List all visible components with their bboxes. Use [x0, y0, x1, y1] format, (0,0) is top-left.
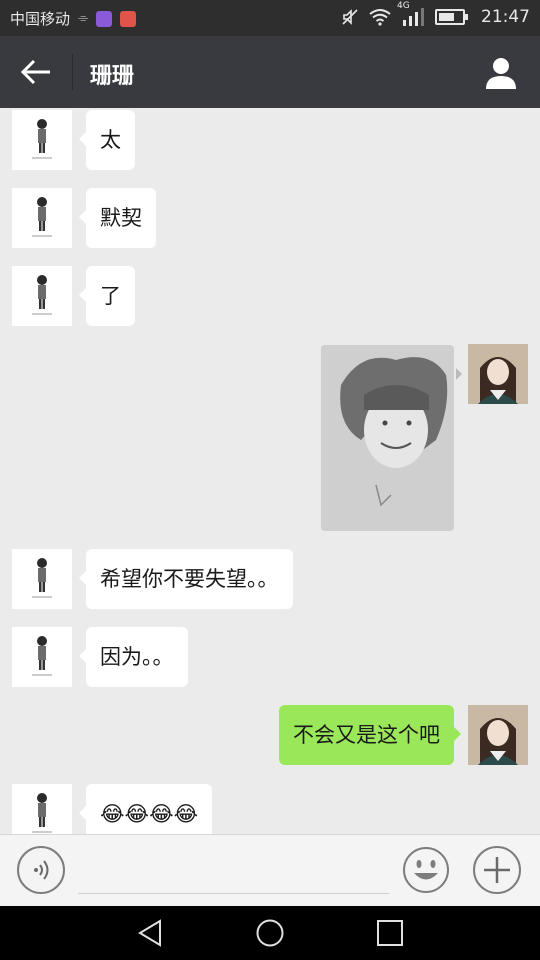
mute-icon	[342, 9, 358, 25]
my-avatar[interactable]	[468, 705, 528, 765]
message-list[interactable]: 太 默契 了 希望你不要失望。。 因为。。 不会又是这个吧 😂😂😂😂	[0, 108, 540, 834]
message-bubble[interactable]: 因为。。	[79, 627, 188, 687]
message-bubble[interactable]: 默契	[79, 188, 156, 248]
message-text: 因为。。	[100, 645, 174, 669]
chat-header: 珊珊	[0, 36, 540, 108]
status-bar: 中国移动 ⌯ 4G 21:47	[0, 0, 540, 36]
message-text: 不会又是这个吧	[293, 723, 440, 747]
more-button[interactable]	[473, 846, 521, 894]
profile-photo-icon	[468, 344, 528, 404]
cartoon-boy-icon	[32, 558, 52, 598]
sketch-portrait-image	[321, 345, 454, 531]
cartoon-boy-icon	[32, 197, 52, 237]
profile-photo-icon	[468, 705, 528, 765]
message-input[interactable]	[78, 893, 389, 894]
contact-avatar[interactable]	[12, 627, 72, 687]
header-divider	[72, 54, 73, 90]
cartoon-boy-icon	[32, 275, 52, 315]
system-nav-bar	[0, 906, 540, 960]
message-bubble[interactable]: 😂😂😂😂	[78, 784, 213, 834]
input-bar	[0, 834, 540, 907]
contact-avatar[interactable]	[12, 266, 72, 326]
arrow-left-icon[interactable]	[20, 58, 52, 86]
message-text: 😂😂😂😂	[100, 802, 199, 826]
gallery-app-icon	[96, 10, 113, 27]
cartoon-boy-icon	[32, 119, 52, 159]
signal-icon: 4G	[397, 1, 425, 26]
nav-home-icon[interactable]	[255, 918, 285, 948]
contact-avatar[interactable]	[12, 784, 72, 834]
nav-recents-icon[interactable]	[375, 918, 405, 948]
image-message[interactable]	[321, 345, 454, 531]
usb-icon: ⌯	[78, 11, 89, 26]
message-bubble[interactable]: 了	[79, 266, 135, 326]
contact-avatar[interactable]	[12, 549, 72, 609]
voice-icon	[34, 860, 49, 880]
chat-title: 珊珊	[90, 64, 135, 89]
my-avatar[interactable]	[468, 344, 528, 404]
contact-avatar[interactable]	[12, 188, 72, 248]
voice-button[interactable]	[17, 846, 65, 894]
message-bubble[interactable]: 太	[79, 110, 135, 170]
clock: 21:47	[481, 7, 530, 27]
message-bubble[interactable]: 希望你不要失望。。	[79, 549, 293, 609]
person-icon[interactable]	[484, 56, 518, 90]
message-text: 默契	[100, 206, 142, 230]
wifi-icon	[369, 9, 391, 26]
image-bubble-tail	[456, 368, 462, 380]
message-text: 希望你不要失望。。	[100, 567, 279, 591]
contact-avatar[interactable]	[12, 110, 72, 170]
plus-icon	[484, 857, 510, 883]
app-notification-icon	[120, 10, 137, 27]
cartoon-boy-icon	[32, 793, 52, 833]
nav-back-icon[interactable]	[136, 918, 166, 948]
battery-icon	[435, 9, 468, 25]
message-text: 太	[100, 128, 121, 152]
outgoing-message-bubble[interactable]: 不会又是这个吧	[279, 705, 461, 765]
cartoon-boy-icon	[32, 636, 52, 676]
carrier-label: 中国移动	[10, 10, 71, 28]
message-text: 了	[100, 284, 121, 308]
smiley-icon[interactable]	[402, 846, 450, 894]
